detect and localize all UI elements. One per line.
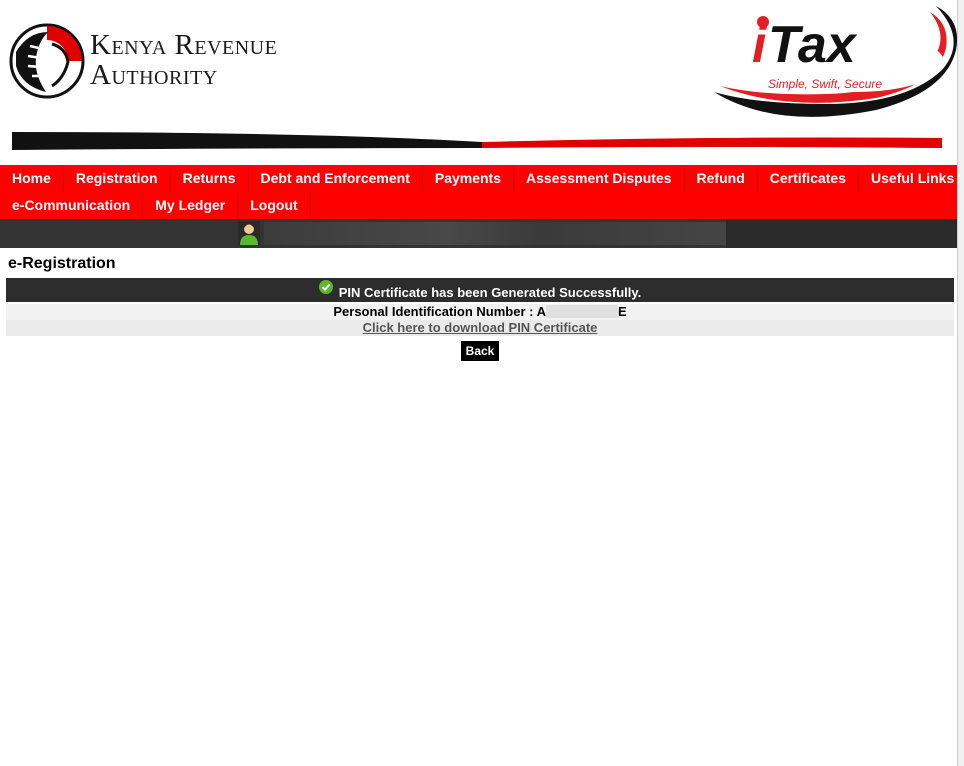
header-swoosh <box>12 132 942 150</box>
pin-row: Personal Identification Number : A E <box>6 304 954 320</box>
user-info-bar-right <box>726 219 960 248</box>
pin-suffix: E <box>617 304 627 319</box>
kra-name: Kenya Revenue Authority <box>90 30 277 90</box>
kra-name-line1: Kenya Revenue <box>90 29 278 61</box>
pin-redacted <box>545 305 618 318</box>
download-row: Click here to download PIN Certificate <box>6 320 954 336</box>
menu-registration[interactable]: Registration <box>64 165 171 192</box>
itax-tagline: Simple, Swift, Secure <box>768 77 882 91</box>
pin-label: Personal Identification Number : A <box>333 304 546 319</box>
user-info-bar <box>0 219 960 248</box>
menu-useful-links[interactable]: Useful Links <box>859 165 964 192</box>
kra-name-line2: Authority <box>90 59 218 91</box>
itax-i: i <box>752 16 768 74</box>
menu-logout[interactable]: Logout <box>238 192 311 219</box>
header: Kenya Revenue Authority i Tax Simple, Sw… <box>0 0 958 165</box>
main-menu-row2: e-Communication My Ledger Logout <box>0 192 960 219</box>
user-avatar-icon <box>238 221 260 245</box>
success-message-bar: PIN Certificate has been Generated Succe… <box>6 278 954 302</box>
menu-assessment-disputes[interactable]: Assessment Disputes <box>514 165 685 192</box>
menu-returns[interactable]: Returns <box>171 165 249 192</box>
itax-logo: i Tax Simple, Swift, Secure <box>714 6 958 117</box>
back-button[interactable]: Back <box>461 341 499 361</box>
main-menu: Home Registration Returns Debt and Enfor… <box>0 165 960 219</box>
success-message: PIN Certificate has been Generated Succe… <box>338 285 642 300</box>
kra-lion-logo-icon <box>9 23 85 99</box>
user-details-redacted <box>264 222 726 245</box>
menu-debt-enforcement[interactable]: Debt and Enforcement <box>249 165 423 192</box>
check-circle-icon <box>318 280 333 294</box>
menu-home[interactable]: Home <box>0 165 64 192</box>
menu-certificates[interactable]: Certificates <box>758 165 860 192</box>
menu-my-ledger[interactable]: My Ledger <box>143 192 239 219</box>
page-title: e-Registration <box>8 255 116 272</box>
page-scroll-edge[interactable] <box>957 0 964 766</box>
menu-payments[interactable]: Payments <box>423 165 515 192</box>
main-menu-row1: Home Registration Returns Debt and Enfor… <box>0 165 960 192</box>
menu-refund[interactable]: Refund <box>685 165 758 192</box>
download-pin-certificate-link[interactable]: Click here to download PIN Certificate <box>363 320 598 335</box>
menu-e-communication[interactable]: e-Communication <box>0 192 144 219</box>
itax-tax: Tax <box>768 16 858 74</box>
